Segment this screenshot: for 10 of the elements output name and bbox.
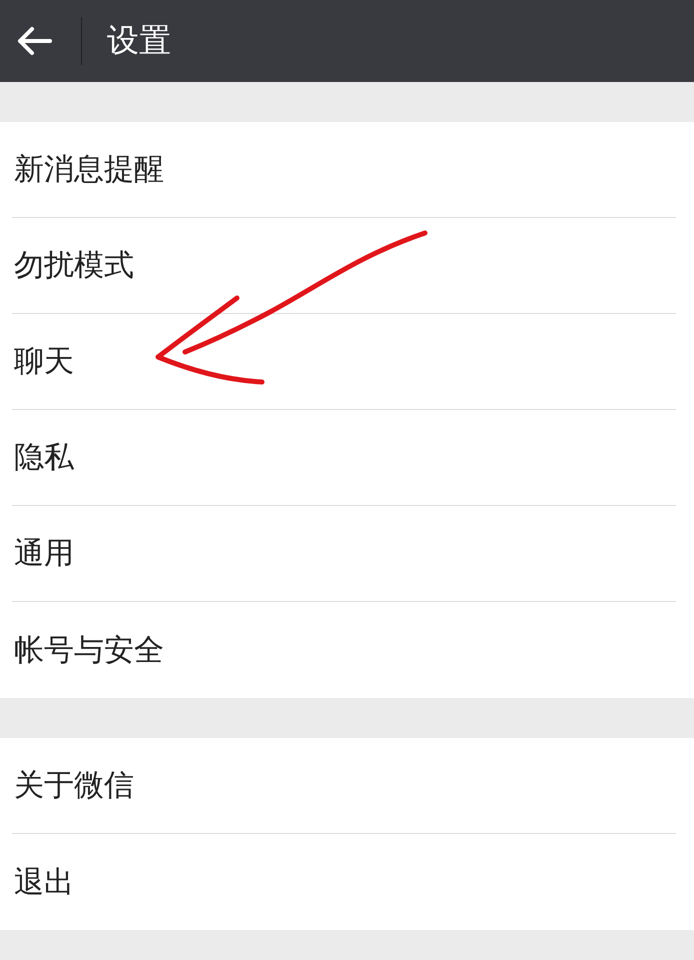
back-arrow-icon[interactable] [16, 26, 52, 56]
settings-item[interactable]: 退出 [12, 834, 676, 930]
page-title: 设置 [107, 20, 171, 61]
settings-item[interactable]: 通用 [12, 506, 676, 602]
settings-item[interactable]: 新消息提醒 [12, 122, 676, 218]
settings-item[interactable]: 帐号与安全 [12, 602, 676, 698]
settings-item[interactable]: 关于微信 [12, 738, 676, 834]
settings-item[interactable]: 聊天 [12, 314, 676, 410]
settings-item[interactable]: 勿扰模式 [12, 218, 676, 314]
settings-item[interactable]: 隐私 [12, 410, 676, 506]
